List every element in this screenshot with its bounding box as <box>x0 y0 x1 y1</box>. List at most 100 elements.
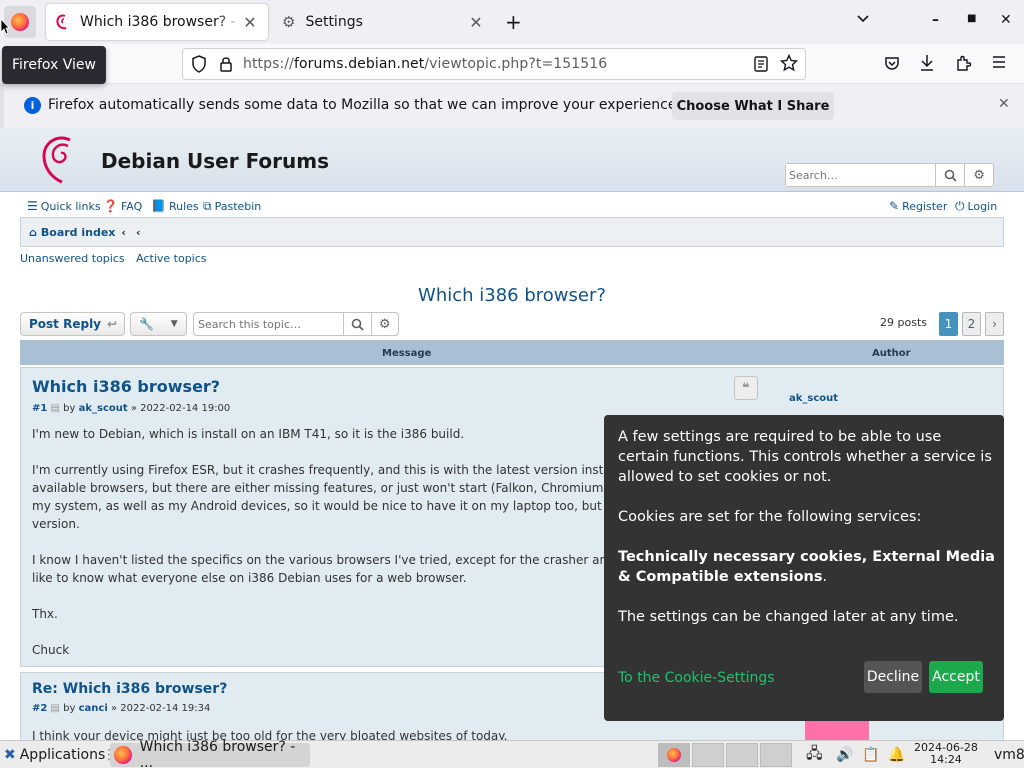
close-notification-icon[interactable]: ✕ <box>998 96 1010 112</box>
post-by: by <box>63 403 76 414</box>
nav-bar: https://forums.debian.net/viewtopic.php?… <box>0 44 1024 84</box>
post-number[interactable]: #1 <box>32 403 47 414</box>
page-2-button[interactable]: 2 <box>962 312 981 336</box>
rules-label: Rules <box>168 199 199 213</box>
site-search-input[interactable] <box>786 164 936 186</box>
topic-links-row: Unanswered topics Active topics <box>20 252 207 265</box>
author-column-header: Author <box>872 348 911 359</box>
site-header: Debian User Forums ⚙ <box>0 128 1024 192</box>
close-window-button[interactable]: ✕ <box>1000 12 1012 28</box>
advanced-search-gear-icon[interactable]: ⚙ <box>964 164 993 186</box>
cookie-consent-dialog: A few settings are required to be able t… <box>604 415 1004 721</box>
decline-button[interactable]: Decline <box>864 661 922 693</box>
url-text[interactable]: https://forums.debian.net/viewtopic.php?… <box>243 56 607 72</box>
workspace-3[interactable] <box>726 743 758 767</box>
tab-settings[interactable]: ⚙ Settings ✕ <box>272 4 494 40</box>
pagination: 29 posts 1 2 › <box>880 312 1004 336</box>
faq-label: FAQ <box>120 199 143 213</box>
post-meta: #1 ▤ by ak_scout » 2022-02-14 19:00 <box>32 403 230 414</box>
book-icon: 📘 <box>151 199 166 213</box>
search-icon[interactable] <box>343 313 371 335</box>
board-index-link[interactable]: Board index <box>41 226 116 239</box>
post-date: » 2022-02-14 19:34 <box>110 703 211 714</box>
bell-icon[interactable]: 🔔 <box>888 741 905 768</box>
topic-tools-button[interactable]: 🔧 ▼ <box>130 312 187 336</box>
faq-link[interactable]: ❓ FAQ <box>103 199 142 213</box>
register-link[interactable]: ✎ Register <box>889 199 947 213</box>
clock-time: 14:24 <box>930 753 962 766</box>
post-title[interactable]: Re: Which i386 browser? <box>32 681 227 697</box>
site-title[interactable]: Debian User Forums <box>101 149 329 173</box>
page-1-button[interactable]: 1 <box>939 312 958 336</box>
firefox-icon <box>667 748 681 762</box>
post-date: » 2022-02-14 19:00 <box>130 403 231 414</box>
breadcrumb: ⌂ Board index ‹ ‹ <box>20 217 1004 247</box>
post-title[interactable]: Which i386 browser? <box>32 377 220 396</box>
pencil-square-icon: ✎ <box>889 199 900 213</box>
volume-icon[interactable]: 🔊 <box>836 741 853 768</box>
list-tabs-chevron-icon[interactable] <box>856 12 870 28</box>
post-username[interactable]: ak_scout <box>79 403 128 414</box>
downloads-icon[interactable] <box>919 54 935 76</box>
quick-nav: ☰ Quick links ❓ FAQ 📘 Rules ⧉ Pastebin ✎… <box>0 196 1024 216</box>
pastebin-link[interactable]: ⧉ Pastebin <box>203 199 261 214</box>
quick-links-menu[interactable]: ☰ Quick links <box>27 199 101 213</box>
reader-view-icon[interactable] <box>754 56 768 76</box>
applications-menu[interactable]: ✖ Applications <box>4 741 105 768</box>
search-icon[interactable] <box>935 164 964 186</box>
cookie-categories: Technically necessary cookies, External … <box>618 549 995 585</box>
debian-logo-icon[interactable] <box>40 132 84 186</box>
post-username[interactable]: canci <box>79 703 108 714</box>
hamburger-menu-icon[interactable] <box>991 54 1007 74</box>
message-column-header: Message <box>382 348 432 359</box>
shield-icon[interactable] <box>191 55 207 77</box>
breadcrumb-separator: ‹ <box>135 225 141 239</box>
close-tab-icon[interactable]: ✕ <box>242 13 258 32</box>
post-reply-button[interactable]: Post Reply ↩ <box>20 312 125 336</box>
network-icon[interactable]: 🖧 <box>806 741 823 768</box>
wrench-icon: 🔧 <box>139 317 155 331</box>
bookmark-star-icon[interactable] <box>779 53 799 76</box>
active-topics-link[interactable]: Active topics <box>136 252 206 265</box>
next-page-chevron-icon[interactable]: › <box>985 312 1004 336</box>
url-bar[interactable]: https://forums.debian.net/viewtopic.php?… <box>182 48 806 80</box>
advanced-search-gear-icon[interactable]: ⚙ <box>370 313 399 335</box>
topic-title[interactable]: Which i386 browser? <box>0 285 1024 306</box>
new-tab-button[interactable]: + <box>505 10 522 34</box>
unanswered-topics-link[interactable]: Unanswered topics <box>20 252 125 265</box>
clock[interactable]: 2024-06-28 14:24 <box>914 742 978 766</box>
workspace-2[interactable] <box>692 743 724 767</box>
taskbar: ✖ Applications ⋮ Which i386 browser? - .… <box>0 739 1024 768</box>
taskbar-window-button[interactable]: Which i386 browser? - ... <box>110 739 310 768</box>
rules-link[interactable]: 📘 Rules <box>151 199 199 213</box>
close-tab-icon[interactable]: ✕ <box>468 13 484 32</box>
cookie-categories-period: . <box>822 569 828 585</box>
maximize-button[interactable]: ■ <box>967 13 976 24</box>
bars-icon: ☰ <box>27 199 38 213</box>
lock-icon[interactable] <box>219 55 233 77</box>
firefox-icon <box>114 746 132 764</box>
firefox-view-tooltip: Firefox View <box>2 46 106 84</box>
cookie-text-services: Cookies are set for the following servic… <box>618 509 922 525</box>
tab-active[interactable]: Which i386 browser? - Debian User Forums… <box>46 4 268 40</box>
extensions-icon[interactable] <box>955 54 973 76</box>
login-link[interactable]: ⏻ Login <box>955 199 997 214</box>
topic-search-input[interactable] <box>194 313 343 335</box>
home-icon: ⌂ <box>29 225 37 239</box>
quote-icon[interactable]: ❝ <box>734 376 758 400</box>
workspace-1[interactable] <box>658 743 690 767</box>
choose-what-i-share-button[interactable]: Choose What I Share <box>672 92 834 120</box>
info-icon: i <box>24 97 41 114</box>
taskbar-window-title: Which i386 browser? - ... <box>139 739 296 768</box>
post-number[interactable]: #2 <box>32 703 47 714</box>
cookie-settings-link[interactable]: To the Cookie-Settings <box>618 668 775 688</box>
caret-down-icon: ▼ <box>170 319 178 329</box>
workspace-4[interactable] <box>760 743 792 767</box>
pocket-icon[interactable] <box>884 55 900 75</box>
accept-button[interactable]: Accept <box>929 661 983 693</box>
minimize-button[interactable]: – <box>932 12 939 28</box>
screen: Which i386 browser? - Debian User Forums… <box>0 0 1024 768</box>
gear-icon: ⚙ <box>282 13 296 31</box>
clipboard-icon[interactable]: 📋 <box>862 741 879 768</box>
author-name[interactable]: ak_scout <box>789 393 838 404</box>
